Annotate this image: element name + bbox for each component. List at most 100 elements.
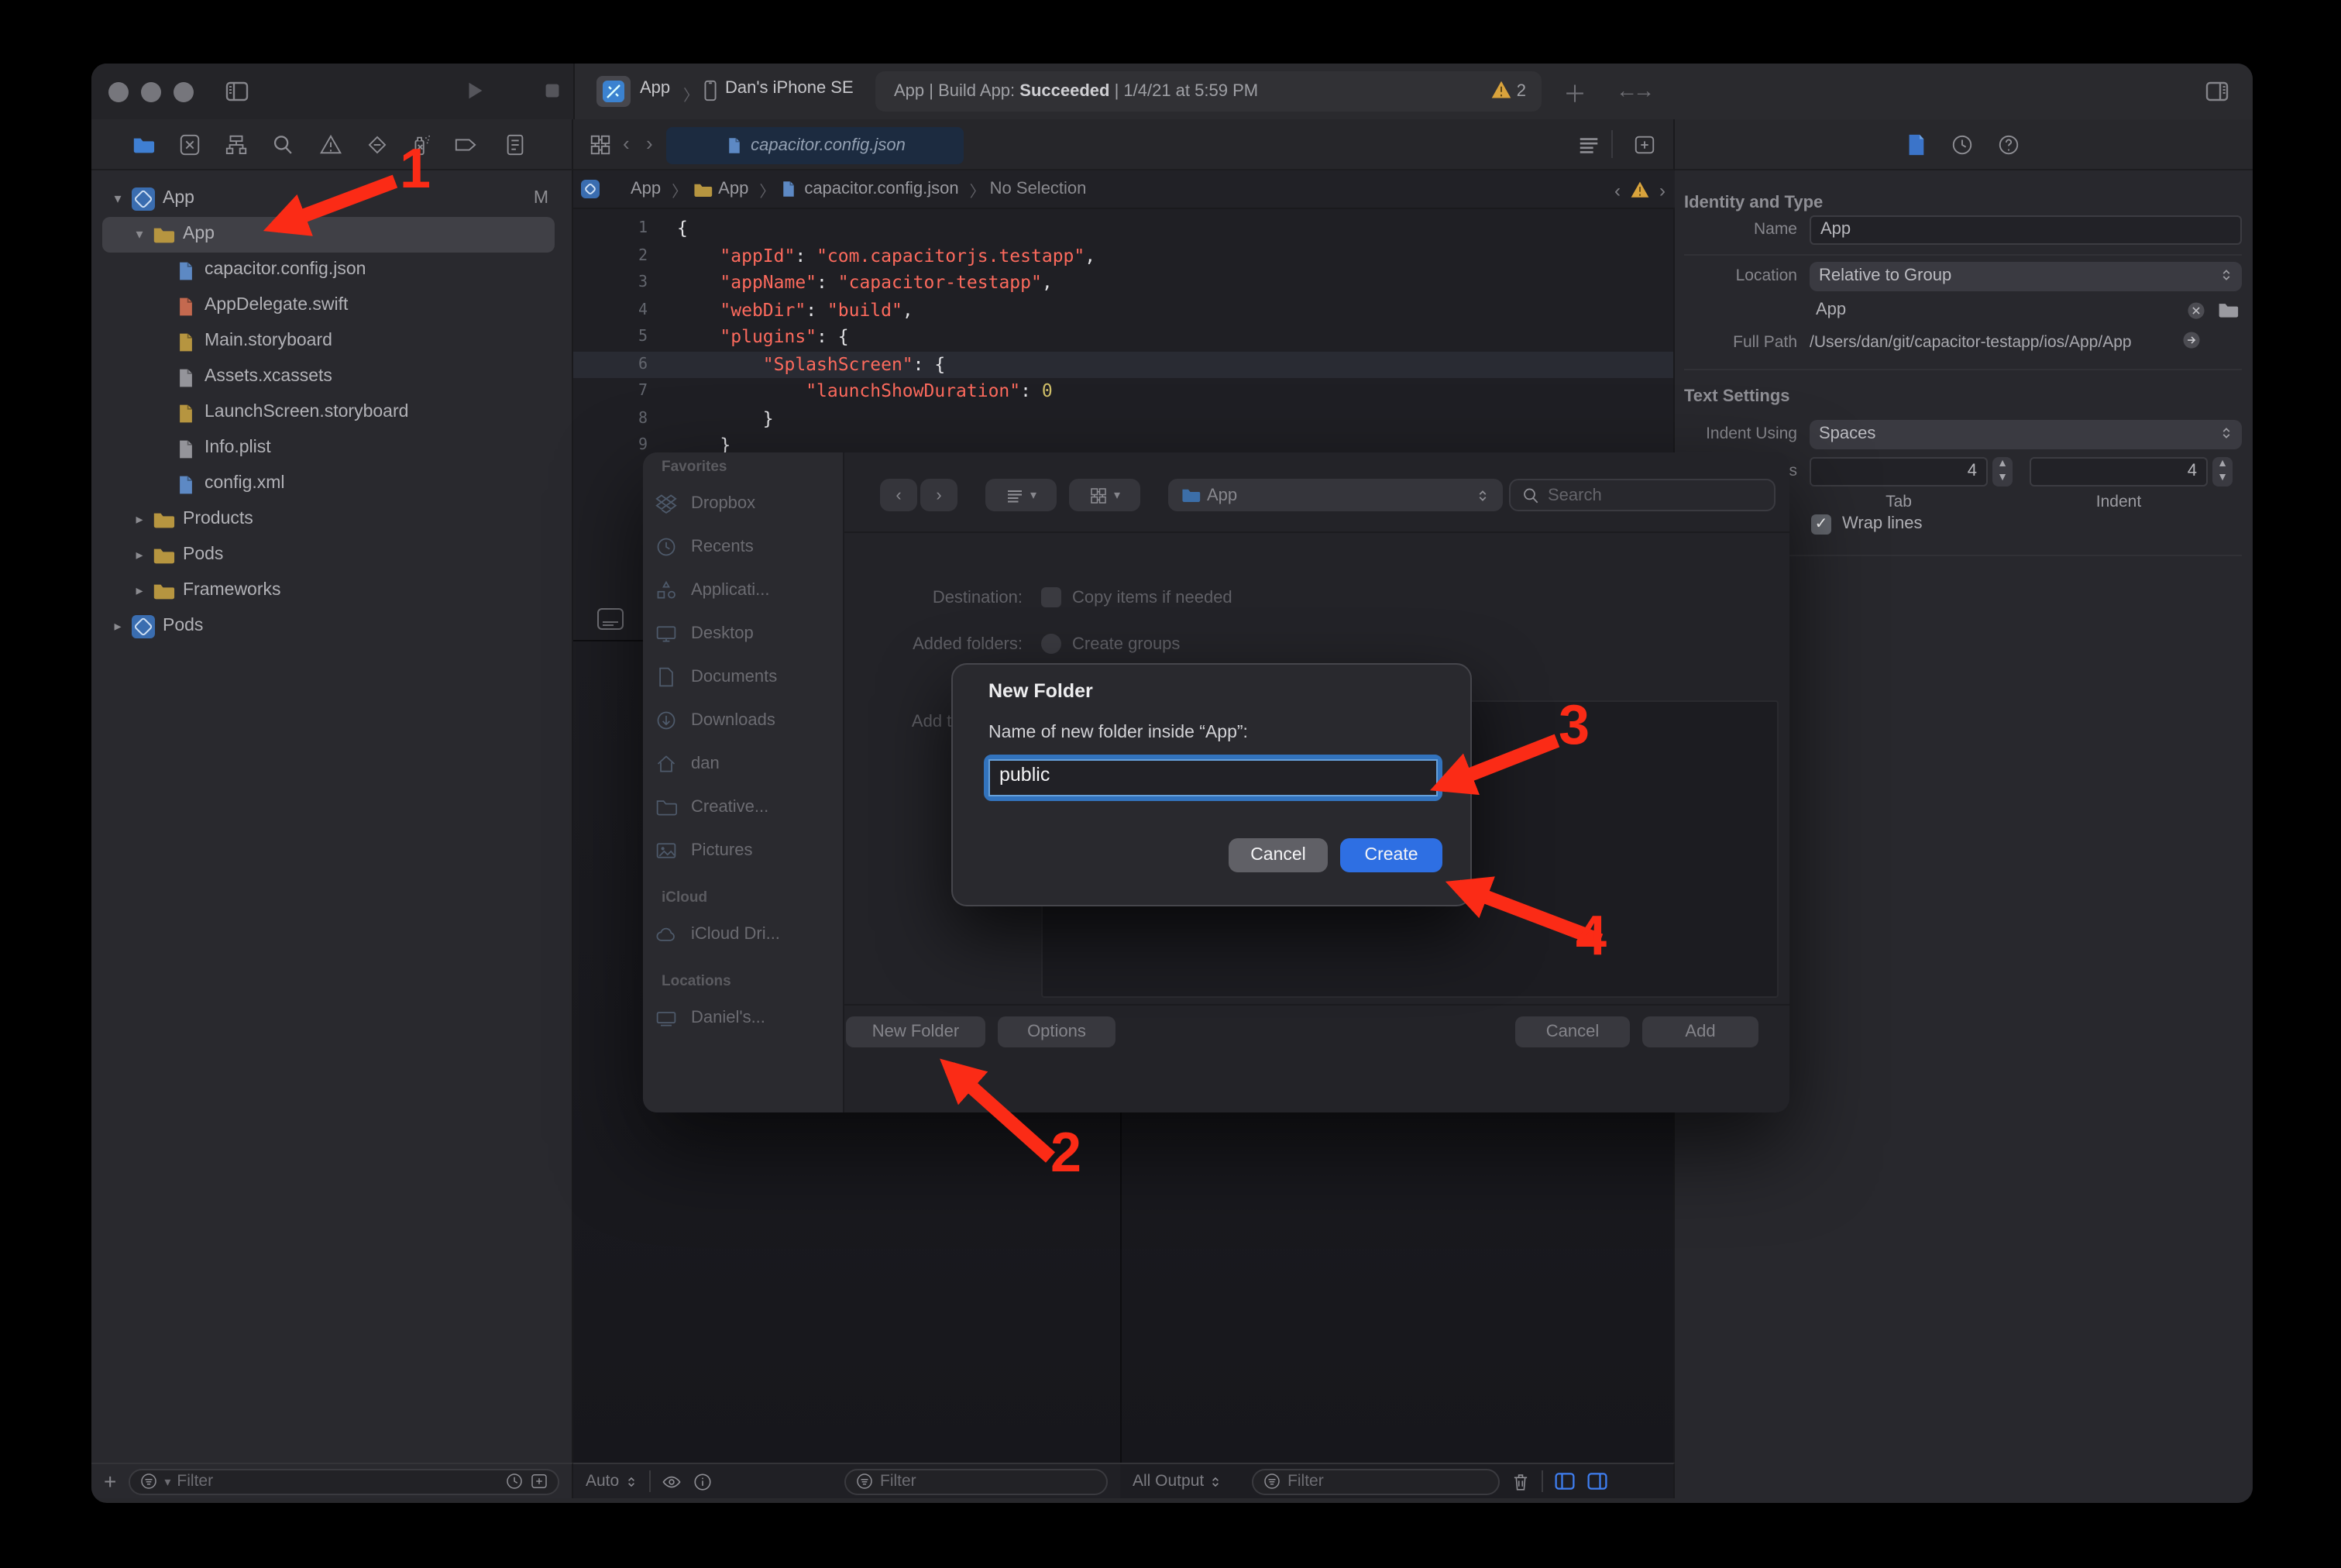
forward-button[interactable]: › (920, 479, 957, 511)
back-button[interactable]: ‹ (880, 479, 917, 511)
add-editor-icon[interactable] (1633, 133, 1656, 156)
tree-item-pods[interactable]: ▸Pods (91, 538, 573, 573)
folder-name-input[interactable]: public (984, 755, 1442, 801)
close-window-button[interactable] (108, 82, 129, 102)
sidebar-item-dropbox[interactable]: Dropbox (643, 487, 844, 521)
name-input[interactable]: App (1810, 215, 2242, 245)
disclosure-right-icon[interactable]: ▸ (132, 573, 147, 609)
sidebar-item-recents[interactable]: Recents (643, 530, 844, 564)
sheet-cancel-button[interactable]: Cancel (1515, 1016, 1630, 1047)
find-navigator-icon[interactable] (271, 133, 294, 156)
variables-scope-dropdown[interactable]: Auto (586, 1472, 638, 1491)
tab-width-stepper[interactable]: ▲▼ (1992, 457, 2013, 487)
help-inspector-icon[interactable] (1997, 133, 2020, 156)
source-control-navigator-icon[interactable] (178, 133, 201, 156)
copy-items-checkbox[interactable] (1041, 587, 1061, 607)
wrap-lines-checkbox[interactable]: ✓ (1811, 514, 1831, 535)
search-field[interactable]: Search (1509, 479, 1776, 511)
folder-popup[interactable]: App (1168, 479, 1503, 511)
tree-item-launchscreen-storyboard[interactable]: LaunchScreen.storyboard (91, 395, 573, 431)
dialog-create-button[interactable]: Create (1340, 838, 1442, 872)
breadcrumb-group[interactable]: App (692, 179, 748, 199)
tree-item-appdelegate-swift[interactable]: AppDelegate.swift (91, 288, 573, 324)
file-inspector-icon[interactable] (1904, 133, 1927, 156)
stop-button[interactable] (541, 79, 564, 102)
disclosure-right-icon[interactable]: ▸ (132, 538, 147, 573)
editor-options-icon[interactable] (596, 607, 624, 631)
sidebar-item-applicati-[interactable]: Applicati... (643, 573, 844, 607)
create-groups-radio[interactable] (1041, 634, 1061, 654)
related-items-icon[interactable] (589, 133, 612, 156)
minimize-window-button[interactable] (141, 82, 161, 102)
tree-item-app[interactable]: ▾App (91, 217, 573, 253)
quicklook-eye-icon[interactable] (661, 1471, 681, 1491)
show-console-icon[interactable] (1586, 1470, 1608, 1492)
choose-folder-icon[interactable] (2217, 299, 2239, 321)
add-file-plus-icon[interactable]: + (104, 1469, 116, 1494)
tree-item-pods[interactable]: ▸Pods (91, 609, 573, 645)
source-control-status-icon[interactable] (530, 1472, 548, 1491)
breadcrumb-project[interactable]: App (581, 180, 661, 198)
warning-icon[interactable] (1630, 180, 1650, 200)
run-button[interactable] (463, 79, 486, 102)
disclosure-right-icon[interactable]: ▸ (110, 609, 125, 645)
add-editor-plus-icon[interactable]: ＋ (1563, 77, 1586, 110)
variables-filter-field[interactable]: Filter (844, 1468, 1108, 1494)
info-icon[interactable] (692, 1471, 712, 1491)
clear-location-icon[interactable] (2186, 301, 2206, 321)
code-review-icon[interactable]: ←→ (1616, 77, 1650, 102)
dialog-cancel-button[interactable]: Cancel (1229, 838, 1328, 872)
issue-navigator-icon[interactable] (319, 133, 342, 156)
tab-width-input[interactable]: 4 (1810, 457, 1988, 487)
report-navigator-icon[interactable] (504, 133, 527, 156)
show-variables-view-icon[interactable] (1554, 1470, 1576, 1492)
tree-item-frameworks[interactable]: ▸Frameworks (91, 573, 573, 609)
tree-item-config-xml[interactable]: config.xml (91, 466, 573, 502)
next-issue-icon[interactable]: › (1659, 179, 1666, 201)
history-inspector-icon[interactable] (1951, 133, 1974, 156)
icon-view-button[interactable]: ▾ (1069, 479, 1140, 511)
toggle-navigator-icon[interactable] (225, 79, 249, 104)
tree-item-main-storyboard[interactable]: Main.storyboard (91, 324, 573, 359)
indent-width-input[interactable]: 4 (2030, 457, 2208, 487)
sidebar-item-creative-[interactable]: Creative... (643, 790, 844, 824)
run-destination[interactable]: Dan's iPhone SE (725, 79, 854, 98)
zoom-window-button[interactable] (174, 82, 194, 102)
navigator-filter-field[interactable]: ▾ Filter (129, 1468, 559, 1494)
warning-count-badge[interactable]: 2 (1490, 71, 1526, 112)
sidebar-item-documents[interactable]: Documents (643, 660, 844, 694)
test-navigator-icon[interactable] (366, 133, 389, 156)
list-view-button[interactable]: ▾ (985, 479, 1057, 511)
toggle-inspector-icon[interactable] (2205, 79, 2229, 104)
back-icon[interactable]: ‹ (623, 132, 630, 155)
code-review-lines-icon[interactable] (1577, 133, 1600, 156)
disclosure-down-icon[interactable]: ▾ (132, 217, 147, 253)
breadcrumb-file[interactable]: capacitor.config.json (779, 180, 958, 198)
sheet-add-button[interactable]: Add (1642, 1016, 1758, 1047)
sidebar-item-dan[interactable]: dan (643, 747, 844, 781)
clear-console-trash-icon[interactable] (1511, 1471, 1531, 1491)
sidebar-item-desktop[interactable]: Desktop (643, 617, 844, 651)
indent-using-dropdown[interactable]: Spaces (1810, 420, 2242, 449)
scheme-name[interactable]: App (640, 79, 670, 98)
tab-capacitor-config[interactable]: capacitor.config.json (666, 127, 964, 164)
console-filter-field[interactable]: Filter (1252, 1468, 1500, 1494)
indent-width-stepper[interactable]: ▲▼ (2212, 457, 2233, 487)
sidebar-item-pictures[interactable]: Pictures (643, 834, 844, 868)
reveal-path-arrow-icon[interactable] (2181, 330, 2202, 350)
location-dropdown[interactable]: Relative to Group (1810, 262, 2242, 291)
project-navigator-icon[interactable] (132, 133, 155, 156)
forward-icon[interactable]: › (646, 132, 653, 155)
activity-status-bar[interactable]: App | Build App: Succeeded | 1/4/21 at 5… (875, 71, 1542, 112)
sidebar-item-downloads[interactable]: Downloads (643, 703, 844, 738)
options-button[interactable]: Options (998, 1016, 1115, 1047)
breakpoint-navigator-icon[interactable] (454, 133, 477, 156)
tree-item-capacitor-config-json[interactable]: capacitor.config.json (91, 253, 573, 288)
tree-item-products[interactable]: ▸Products (91, 502, 573, 538)
symbol-navigator-icon[interactable] (225, 133, 248, 156)
project-chip[interactable] (596, 76, 631, 107)
sidebar-item-daniel-s-[interactable]: Daniel's... (643, 1001, 844, 1035)
new-folder-button[interactable]: New Folder (846, 1016, 985, 1047)
console-scope-dropdown[interactable]: All Output (1133, 1472, 1222, 1491)
recent-files-clock-icon[interactable] (505, 1472, 524, 1491)
